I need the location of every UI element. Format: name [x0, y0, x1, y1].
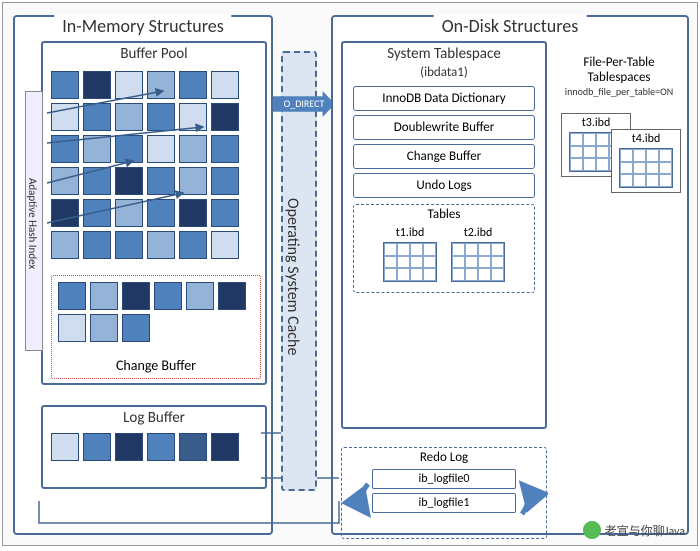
in-memory-title: In-Memory Structures — [54, 15, 231, 37]
watermark: 老宣与你聊Java — [583, 521, 685, 539]
tables-title: Tables — [358, 207, 530, 222]
redo-log-panel: Redo Log ib_logfile0 ib_logfile1 — [341, 447, 547, 539]
doublewrite-buffer: Doublewrite Buffer — [353, 115, 535, 140]
tables-box: Tables t1.ibd t2.ibd — [353, 204, 535, 293]
innodb-data-dictionary: InnoDB Data Dictionary — [353, 86, 535, 111]
log-buffer-title: Log Buffer — [43, 407, 265, 429]
change-buffer-label: Change Buffer — [112, 357, 200, 374]
change-buffer-disk: Change Buffer — [353, 144, 535, 169]
undo-logs: Undo Logs — [353, 173, 535, 198]
system-tablespace-subtitle: (ibdata1) — [343, 63, 545, 82]
table-t1: t1.ibd — [383, 226, 437, 284]
table-t2: t2.ibd — [451, 226, 505, 284]
os-cache-panel: Operating System Cache — [281, 51, 317, 491]
change-buffer-region: Change Buffer — [51, 275, 261, 379]
system-tablespace-title: System Tablespace — [343, 43, 545, 65]
watermark-icon — [583, 521, 601, 539]
file-t4: t4.ibd — [611, 129, 681, 193]
system-tablespace-panel: System Tablespace (ibdata1) InnoDB Data … — [341, 41, 547, 429]
diagram-container: In-Memory Structures Buffer Pool Adaptiv… — [2, 2, 698, 546]
in-memory-panel: In-Memory Structures Buffer Pool Adaptiv… — [13, 15, 273, 535]
log-buffer-panel: Log Buffer — [41, 405, 267, 489]
buffer-pool-panel: Buffer Pool Adaptive Hash Index — [41, 41, 267, 385]
adaptive-hash-index-label: Adaptive Hash Index — [25, 91, 43, 351]
file-per-table-label: File-Per-Table Tablespaces innodb_file_p… — [555, 55, 683, 98]
buffer-pool-cells — [43, 65, 265, 265]
redo-cycle-arrows — [342, 448, 548, 540]
on-disk-title: On-Disk Structures — [434, 15, 587, 37]
on-disk-panel: On-Disk Structures System Tablespace (ib… — [331, 15, 689, 535]
buffer-pool-title: Buffer Pool — [43, 43, 265, 65]
